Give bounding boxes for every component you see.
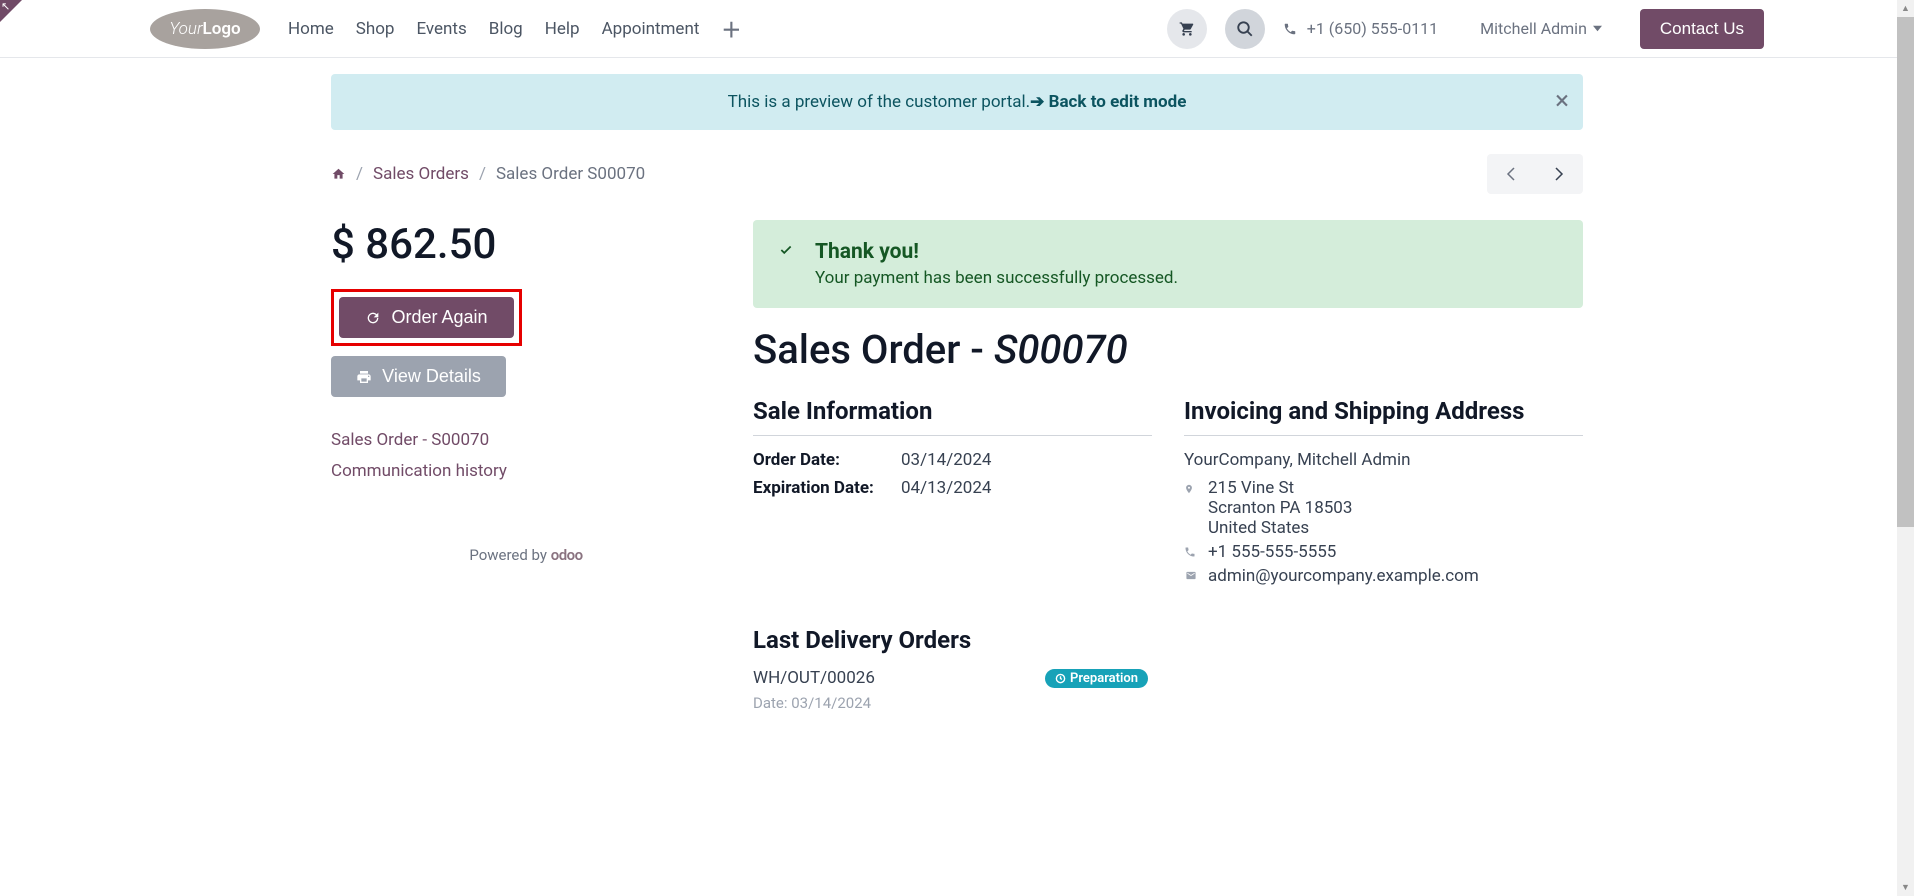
success-alert: Thank you! Your payment has been success… (753, 220, 1583, 308)
cart-icon[interactable] (1167, 9, 1207, 49)
sale-info-heading: Sale Information (753, 397, 1152, 436)
user-name: Mitchell Admin (1480, 19, 1587, 38)
address-section: Invoicing and Shipping Address YourCompa… (1184, 397, 1583, 590)
delivery-date: Date: 03/14/2024 (753, 694, 1148, 712)
scroll-down-button[interactable]: ▼ (1897, 879, 1914, 896)
breadcrumb-sep: / (479, 164, 486, 184)
back-to-edit-link[interactable]: ➔ Back to edit mode (1030, 92, 1186, 112)
address-name: YourCompany, Mitchell Admin (1184, 450, 1583, 470)
chevron-left-icon (1506, 166, 1516, 182)
home-icon (331, 167, 346, 181)
preview-banner: This is a preview of the customer portal… (331, 74, 1583, 130)
nav-help[interactable]: Help (545, 19, 580, 39)
order-date-value: 03/14/2024 (901, 450, 991, 470)
nav-home[interactable]: Home (288, 19, 334, 39)
nav-events[interactable]: Events (416, 19, 466, 39)
address-heading: Invoicing and Shipping Address (1184, 397, 1583, 436)
sidebar: $ 862.50 Order Again View Details Sales … (331, 220, 721, 712)
sidebar-links: Sales Order - S00070 Communication histo… (331, 425, 721, 486)
delivery-ref: WH/OUT/00026 (753, 668, 875, 688)
map-marker-icon (1184, 482, 1198, 496)
address-country: United States (1208, 518, 1352, 538)
order-again-button[interactable]: Order Again (339, 297, 514, 338)
expiration-date-value: 04/13/2024 (901, 478, 991, 498)
logo[interactable]: YourLogo (150, 9, 260, 49)
sidebar-link-history[interactable]: Communication history (331, 456, 721, 487)
nav-blog[interactable]: Blog (489, 19, 523, 39)
phone-number-text: +1 (650) 555-0111 (1307, 19, 1438, 38)
address-phone: +1 555-555-5555 (1208, 542, 1336, 562)
pager (1487, 154, 1583, 194)
contact-button[interactable]: Contact Us (1640, 9, 1764, 49)
alert-message: Your payment has been successfully proce… (815, 268, 1178, 288)
next-button[interactable] (1535, 154, 1583, 194)
order-amount: $ 862.50 (331, 220, 721, 269)
status-badge: Preparation (1045, 669, 1148, 688)
sale-info-section: Sale Information Order Date: 03/14/2024 … (753, 397, 1152, 590)
content: Thank you! Your payment has been success… (753, 220, 1583, 712)
plus-icon[interactable]: ＋ (721, 14, 741, 43)
preview-text: This is a preview of the customer portal… (728, 92, 1031, 112)
sidebar-link-order[interactable]: Sales Order - S00070 (331, 425, 721, 456)
address-email: admin@yourcompany.example.com (1208, 566, 1479, 586)
header-phone: +1 (650) 555-0111 (1283, 19, 1438, 38)
nav-shop[interactable]: Shop (356, 19, 395, 39)
clock-icon (1055, 673, 1066, 684)
phone-icon (1184, 546, 1198, 558)
powered-by: Powered by odoo (331, 546, 721, 564)
page-title: Sales Order - S00070 (753, 326, 1583, 373)
scrollbar-thumb[interactable] (1897, 17, 1914, 527)
user-menu[interactable]: Mitchell Admin (1480, 19, 1602, 38)
breadcrumb-home[interactable] (331, 167, 346, 181)
check-icon (777, 243, 795, 257)
order-date-label: Order Date: (753, 450, 901, 470)
close-icon[interactable]: × (1555, 86, 1569, 116)
print-icon (356, 369, 372, 385)
phone-icon (1283, 22, 1297, 36)
odoo-logo[interactable]: odoo (551, 546, 583, 564)
expiration-date-label: Expiration Date: (753, 478, 901, 498)
nav-appointment[interactable]: Appointment (602, 19, 700, 39)
alert-title: Thank you! (815, 240, 1178, 264)
breadcrumb-sales-orders[interactable]: Sales Orders (373, 164, 469, 184)
prev-button[interactable] (1487, 154, 1535, 194)
refresh-icon (365, 310, 381, 326)
delivery-heading: Last Delivery Orders (753, 626, 1583, 654)
address-city: Scranton PA 18503 (1208, 498, 1352, 518)
site-header: YourLogo Home Shop Events Blog Help Appo… (0, 0, 1914, 58)
breadcrumb-sep: / (356, 164, 363, 184)
main-nav: Home Shop Events Blog Help Appointment ＋ (288, 14, 741, 43)
scroll-up-button[interactable]: ▲ (1897, 0, 1914, 17)
scrollbar[interactable]: ▲ ▼ (1897, 0, 1914, 896)
view-details-button[interactable]: View Details (331, 356, 506, 397)
breadcrumb-current: Sales Order S00070 (496, 164, 645, 184)
highlight-box: Order Again (331, 289, 522, 346)
corner-badge[interactable] (0, 0, 22, 22)
caret-down-icon (1593, 24, 1602, 33)
address-street: 215 Vine St (1208, 478, 1352, 498)
envelope-icon (1184, 570, 1198, 581)
chevron-right-icon (1554, 166, 1564, 182)
breadcrumb: / Sales Orders / Sales Order S00070 (331, 164, 645, 184)
search-icon[interactable] (1225, 9, 1265, 49)
